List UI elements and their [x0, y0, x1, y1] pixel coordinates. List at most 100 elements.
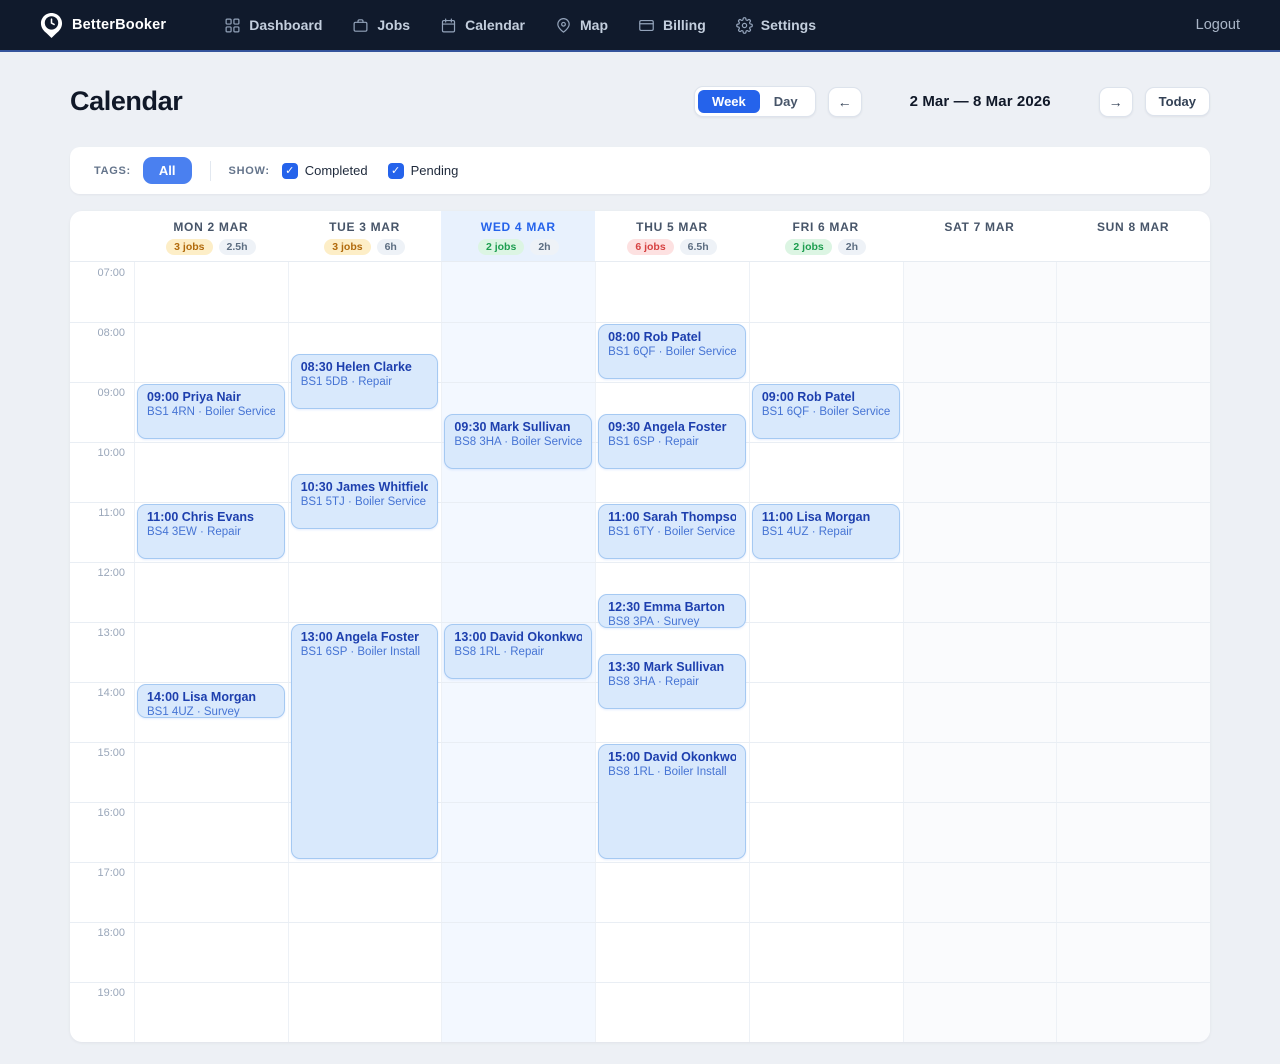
brand-name: BetterBooker [72, 17, 166, 33]
nav-item-dashboard[interactable]: Dashboard [224, 17, 322, 34]
hours-total-badge: 6.5h [680, 239, 717, 255]
nav-item-billing[interactable]: Billing [638, 17, 706, 34]
event-card[interactable]: 08:30 Helen ClarkeBS1 5DB · Repair [291, 354, 439, 409]
day-view-button[interactable]: Day [760, 90, 812, 113]
filter-bar: TAGS: All SHOW: ✓Completed✓Pending [70, 147, 1210, 194]
event-card[interactable]: 11:00 Lisa MorganBS1 4UZ · Repair [752, 504, 900, 559]
event-card[interactable]: 13:00 David OkonkwoBS8 1RL · Repair [444, 624, 592, 679]
day-header-label: SUN 8 MAR [1056, 220, 1210, 234]
event-details: BS4 3EW · Repair [147, 526, 275, 538]
filter-checkbox-pending[interactable]: ✓Pending [388, 163, 459, 179]
day-header-thu-5-mar: THU 5 MAR6 jobs6.5h [595, 211, 749, 261]
time-label: 11:00 [98, 507, 125, 519]
event-title: 09:00 Rob Patel [762, 390, 890, 404]
event-details: BS1 6SP · Boiler Install [301, 646, 429, 658]
event-details: BS1 4UZ · Survey [147, 706, 275, 718]
event-details: BS1 4RN · Boiler Service [147, 406, 275, 418]
event-card[interactable]: 15:00 David Okonkwo BS8 1RL · Boiler Inst… [598, 744, 746, 859]
gutter-header-cell [70, 211, 134, 261]
event-details: BS1 6QF · Boiler Service [608, 346, 736, 358]
prev-week-button[interactable]: ← [828, 87, 862, 117]
tags-label: TAGS: [94, 165, 131, 177]
day-header-sun-8-mar: SUN 8 MAR [1056, 211, 1210, 261]
time-label: 18:00 [97, 927, 125, 939]
event-details: BS1 6TY · Boiler Service [608, 526, 736, 538]
nav-item-map[interactable]: Map [555, 17, 608, 34]
event-card[interactable]: 13:00 Angela FosterBS1 6SP · Boiler Inst… [291, 624, 439, 859]
billing-icon [638, 17, 655, 34]
jobs-count-badge: 3 jobs [324, 239, 370, 255]
jobs-count-badge: 2 jobs [785, 239, 831, 255]
day-header-badges: 3 jobs6h [288, 239, 442, 255]
day-header-mon-2-mar: MON 2 MAR 3 jobs 2.5h [134, 211, 288, 261]
top-nav: BetterBooker Dashboard Jobs Calendar Map Bil… [0, 0, 1280, 52]
day-column-wed-4-mar[interactable]: 09:30 Mark SullivanBS8 3HA · Boiler Serv… [441, 262, 595, 1042]
jobs-count-badge: 3 jobs [166, 239, 212, 255]
today-button[interactable]: Today [1145, 87, 1210, 116]
tag-all-button[interactable]: All [143, 157, 192, 184]
page-title: Calendar [70, 86, 182, 117]
hour-line [70, 922, 1210, 923]
view-toggle: Week Day [694, 86, 816, 117]
event-details: BS8 1RL · Repair [454, 646, 582, 658]
time-label: 17:00 [97, 867, 125, 879]
nav-item-jobs[interactable]: Jobs [352, 17, 410, 34]
event-card[interactable]: 09:30 Mark SullivanBS8 3HA · Boiler Serv… [444, 414, 592, 469]
time-label: 16:00 [97, 807, 125, 819]
event-details: BS8 1RL · Boiler Install [608, 766, 736, 778]
event-details: BS1 4UZ · Repair [762, 526, 890, 538]
jobs-count-badge: 6 jobs [627, 239, 673, 255]
event-card[interactable]: 11:00 Chris EvansBS4 3EW · Repair [137, 504, 285, 559]
time-label: 12:00 [97, 567, 125, 579]
event-title: 15:00 David Okonkwo [608, 750, 736, 764]
event-title: 09:30 Mark Sullivan [454, 420, 582, 434]
next-week-button[interactable]: → [1099, 87, 1133, 117]
time-label: 10:00 [97, 447, 125, 459]
event-details: BS8 3PA · Survey [608, 616, 736, 628]
event-card[interactable]: 14:00 Lisa Morgan BS1 4UZ · Survey [137, 684, 285, 718]
day-header-badges: 2 jobs2h [441, 239, 595, 255]
day-header-sat-7-mar: SAT 7 MAR [903, 211, 1057, 261]
jobs-count-badge: 2 jobs [478, 239, 524, 255]
hours-total-badge: 2.5h [219, 239, 256, 255]
event-card[interactable]: 11:00 Sarah ThompsonBS1 6TY · Boiler Ser… [598, 504, 746, 559]
event-card[interactable]: 09:00 Rob PatelBS1 6QF · Boiler Service [752, 384, 900, 439]
calendar-icon [440, 17, 457, 34]
event-card[interactable]: 08:00 Rob PatelBS1 6QF · Boiler Service [598, 324, 746, 379]
event-title: 09:00 Priya Nair [147, 390, 275, 404]
filter-checkbox-completed[interactable]: ✓Completed [282, 163, 368, 179]
logout-button[interactable]: Logout [1196, 17, 1240, 33]
day-column-fri-6-mar[interactable]: 09:00 Rob PatelBS1 6QF · Boiler Service 1… [749, 262, 903, 1042]
hour-line [70, 382, 1210, 383]
event-details: BS8 3HA · Repair [608, 676, 736, 688]
week-view-button[interactable]: Week [698, 90, 760, 113]
event-card[interactable]: 10:30 James WhitfieldBS1 5TJ · Boiler Se… [291, 474, 439, 529]
event-title: 08:30 Helen Clarke [301, 360, 429, 374]
day-column-tue-3-mar[interactable]: 08:30 Helen ClarkeBS1 5DB · Repair 10:30 … [288, 262, 442, 1042]
time-label: 19:00 [97, 987, 125, 999]
nav-item-label: Calendar [465, 17, 525, 33]
time-label: 08:00 [97, 327, 125, 339]
day-column-sun-8-mar[interactable] [1056, 262, 1210, 1042]
event-card[interactable]: 09:30 Angela FosterBS1 6SP · Repair [598, 414, 746, 469]
event-card[interactable]: 12:30 Emma BartonBS8 3PA · Survey [598, 594, 746, 628]
event-title: 14:00 Lisa Morgan [147, 690, 275, 704]
hour-line [70, 502, 1210, 503]
nav-item-calendar[interactable]: Calendar [440, 17, 525, 34]
day-column-thu-5-mar[interactable]: 08:00 Rob PatelBS1 6QF · Boiler Service 0… [595, 262, 749, 1042]
checkbox-label: Completed [305, 163, 368, 178]
time-label: 13:00 [97, 627, 125, 639]
day-column-sat-7-mar[interactable] [903, 262, 1057, 1042]
time-label: 09:00 [97, 387, 125, 399]
day-header-wed-4-mar: WED 4 MAR2 jobs2h [441, 211, 595, 261]
event-title: 09:30 Angela Foster [608, 420, 736, 434]
day-header-label: MON 2 MAR [134, 220, 288, 234]
time-label: 07:00 [97, 267, 125, 279]
brand-logo[interactable]: BetterBooker [40, 12, 166, 39]
event-card[interactable]: 13:30 Mark SullivanBS8 3HA · Repair [598, 654, 746, 709]
day-column-mon-2-mar[interactable]: 09:00 Priya Nair BS1 4RN · Boiler Service… [134, 262, 288, 1042]
nav-item-settings[interactable]: Settings [736, 17, 816, 34]
hour-line [70, 562, 1210, 563]
event-card[interactable]: 09:00 Priya Nair BS1 4RN · Boiler Service [137, 384, 285, 439]
time-label: 14:00 [97, 687, 125, 699]
